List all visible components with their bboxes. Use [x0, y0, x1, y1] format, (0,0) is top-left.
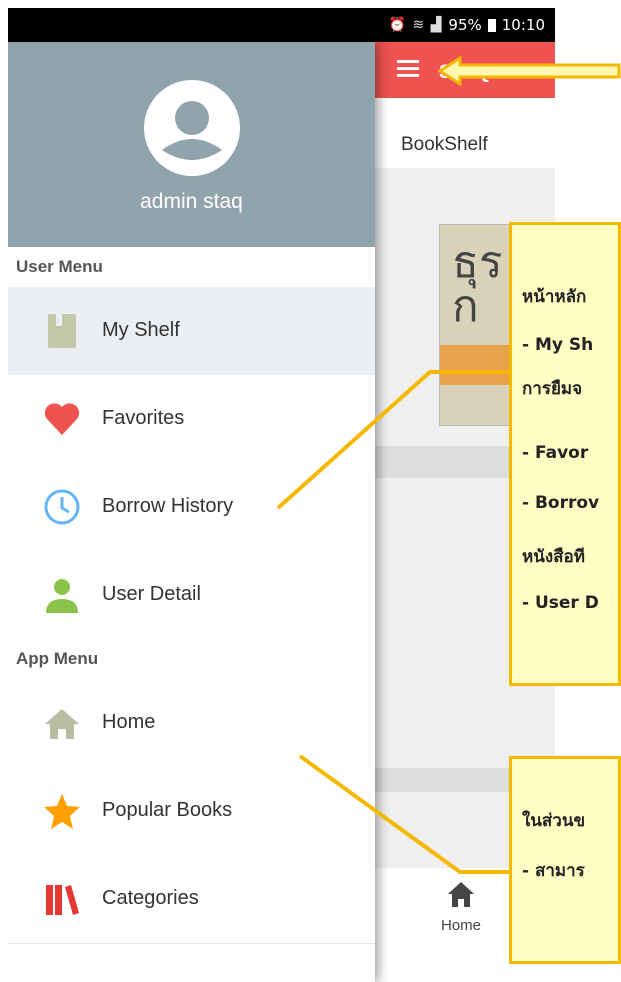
- callout-text: - My Sh: [522, 335, 594, 355]
- callout-text: หนังสือที: [522, 547, 585, 567]
- callout-text: - User D: [522, 593, 599, 613]
- home-icon: [45, 709, 79, 739]
- screenshot-page: ⏰ ≋ ▟ 95% 10:10 STAQ Tu BookShelf ธุร ก: [0, 0, 621, 982]
- drawer-item-label: Popular Books: [102, 799, 233, 821]
- section-header-app-menu: App Menu: [8, 639, 375, 680]
- book-icon: [48, 314, 76, 348]
- callout-text: ในส่วนข: [522, 811, 586, 831]
- drawer-item-label: Categories: [102, 887, 199, 909]
- section-header-user-menu: User Menu: [8, 247, 375, 288]
- status-icons: ⏰ ≋ ▟: [388, 17, 443, 33]
- drawer-item-popular-books[interactable]: Popular Books: [8, 767, 375, 856]
- clock-time: 10:10: [501, 16, 545, 34]
- clock-icon: [44, 489, 80, 525]
- heart-icon: [44, 403, 80, 435]
- drawer-item-label: Borrow History: [102, 495, 234, 517]
- section-label: User Menu: [16, 257, 103, 276]
- person-icon: [46, 579, 78, 613]
- arrow-icon: [438, 56, 621, 86]
- drawer-item-favorites[interactable]: Favorites: [8, 375, 375, 464]
- status-bar: ⏰ ≋ ▟ 95% 10:10: [8, 8, 555, 42]
- callout-text: การยืมจ: [522, 379, 583, 399]
- drawer-header: admin staq: [8, 42, 375, 247]
- callout-text: หน้าหลัก: [522, 287, 587, 307]
- navigation-drawer: admin staq User Menu My Shelf Favorites …: [8, 42, 375, 982]
- drawer-item-label: User Detail: [102, 583, 201, 605]
- drawer-item-borrow-history[interactable]: Borrow History: [8, 463, 375, 552]
- username: admin staq: [140, 190, 243, 213]
- annotation-callout-app-menu: ในส่วนข - สามาร: [509, 756, 621, 964]
- bottom-nav-home-label: Home: [440, 917, 481, 934]
- callout-text: - สามาร: [522, 861, 585, 881]
- app-tab-bar: BookShelf: [375, 98, 555, 169]
- books-icon: [46, 885, 79, 915]
- phone-screen: ⏰ ≋ ▟ 95% 10:10 STAQ Tu BookShelf ธุร ก: [8, 8, 555, 982]
- avatar-icon[interactable]: [142, 78, 242, 178]
- battery-icon: [487, 18, 496, 32]
- drawer-item-my-shelf[interactable]: My Shelf: [8, 287, 375, 376]
- hamburger-menu-icon[interactable]: [397, 60, 419, 80]
- section-label: App Menu: [16, 649, 99, 668]
- bottom-nav-home[interactable]: Home: [431, 880, 491, 934]
- drawer-item-categories[interactable]: Categories: [8, 855, 375, 944]
- drawer-item-home[interactable]: Home: [8, 679, 375, 768]
- annotation-callout-user-menu: หน้าหลัก - My Sh การยืมจ - Favor - Borro…: [509, 222, 621, 686]
- drawer-item-user-detail[interactable]: User Detail: [8, 551, 375, 640]
- callout-text: - Borrov: [522, 493, 600, 513]
- drawer-item-label: Favorites: [102, 407, 185, 429]
- home-icon: [448, 882, 474, 907]
- drawer-item-label: My Shelf: [102, 319, 180, 341]
- battery-level: 95%: [448, 16, 482, 34]
- tab-bookshelf[interactable]: BookShelf: [401, 134, 488, 156]
- callout-text: - Favor: [522, 443, 589, 463]
- star-icon: [44, 794, 80, 829]
- drawer-item-label: Home: [102, 711, 156, 733]
